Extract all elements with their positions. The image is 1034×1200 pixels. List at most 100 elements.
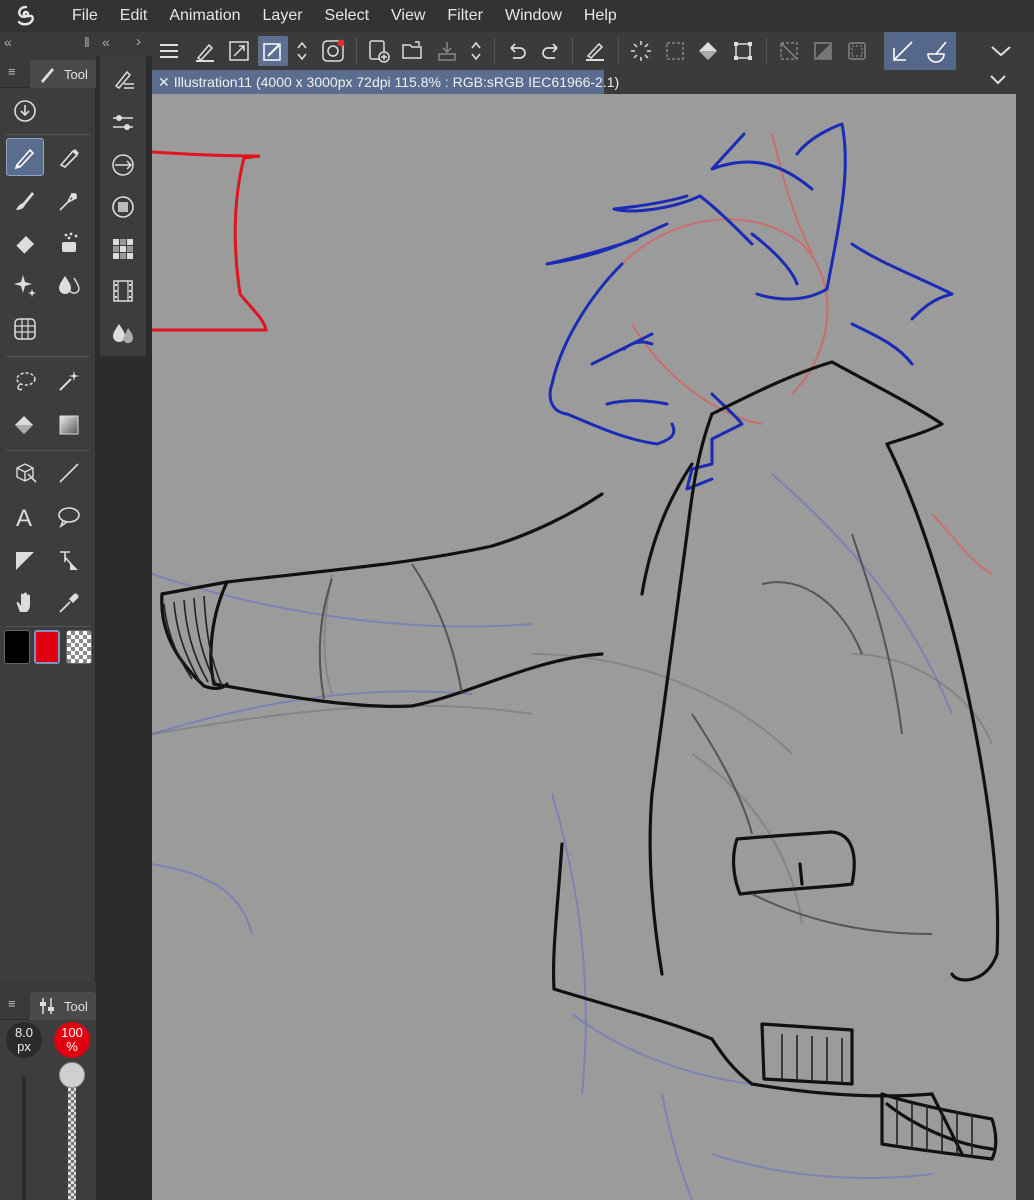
tool-panel-header: ≡ Tool: [0, 58, 96, 88]
transparent-color-swatch[interactable]: [66, 630, 92, 664]
main-color-swatch[interactable]: [4, 630, 30, 664]
transform-icon[interactable]: [728, 36, 758, 66]
color-wheel-icon[interactable]: [108, 192, 138, 222]
pen-tool-icon[interactable]: [6, 138, 44, 176]
lasso-selection-icon[interactable]: [6, 362, 44, 400]
line-figure-icon[interactable]: [50, 454, 88, 492]
menu-bar: File Edit Animation Layer Select View Fi…: [0, 0, 1034, 32]
redo-icon[interactable]: [536, 36, 566, 66]
expand-selection-icon[interactable]: [842, 36, 872, 66]
panel-grip-icon[interactable]: ‖: [84, 34, 90, 50]
drawing-canvas[interactable]: [152, 94, 1016, 1200]
panel-icon-strip: [100, 56, 146, 356]
speech-balloon-icon[interactable]: [50, 498, 88, 536]
tool-property-icon[interactable]: [108, 108, 138, 138]
snap-icon[interactable]: [258, 36, 288, 66]
magic-wand-icon[interactable]: [50, 362, 88, 400]
clip-studio-logo-icon[interactable]: [0, 0, 52, 32]
sub-color-swatch[interactable]: [34, 630, 60, 664]
stepper-arrows-icon[interactable]: [464, 36, 488, 66]
sub-tool-icon[interactable]: [108, 64, 138, 94]
pencil-tool-icon[interactable]: [50, 138, 88, 176]
object-operation-icon[interactable]: [6, 454, 44, 492]
menu-window[interactable]: Window: [494, 0, 573, 32]
pen-icon: [38, 64, 58, 89]
hand-tool-icon[interactable]: [6, 584, 44, 622]
mesh-transform-icon[interactable]: [6, 310, 44, 348]
undo-icon[interactable]: [502, 36, 532, 66]
collapse-left-icon[interactable]: «: [4, 34, 12, 50]
panel-menu-icon[interactable]: ≡: [8, 996, 16, 1011]
menu-file[interactable]: File: [52, 0, 109, 32]
opacity-value: 100: [61, 1025, 83, 1040]
record-icon[interactable]: [318, 36, 348, 66]
clear-outside-selection-icon[interactable]: [774, 36, 804, 66]
brush-size-unit: px: [17, 1039, 31, 1054]
stepper-arrows-icon[interactable]: [290, 36, 314, 66]
opacity-slider-handle[interactable]: [59, 1062, 85, 1088]
opacity-badge[interactable]: 100 %: [54, 1022, 90, 1058]
tool-panel-tab-label: Tool: [64, 66, 88, 82]
pen-pressure-icon[interactable]: [190, 36, 220, 66]
new-document-icon[interactable]: [364, 36, 394, 66]
menu-select[interactable]: Select: [314, 0, 380, 32]
panel-menu-icon[interactable]: ≡: [8, 64, 16, 79]
menu-filter[interactable]: Filter: [436, 0, 494, 32]
brush-size-slider[interactable]: [22, 1076, 26, 1200]
tool-panel: ≡ Tool A: [0, 58, 96, 982]
menu-animation[interactable]: Animation: [158, 0, 251, 32]
text-tool-icon[interactable]: A: [6, 498, 44, 536]
color-mixing-icon[interactable]: [108, 318, 138, 348]
document-title: Illustration11 (4000 x 3000px 72dpi 115.…: [173, 74, 620, 90]
svg-text:A: A: [16, 505, 32, 530]
menu-view[interactable]: View: [380, 0, 436, 32]
sparkle-decoration-icon[interactable]: [6, 266, 44, 304]
fill-icon[interactable]: [694, 36, 724, 66]
panel-collapse-bar: « ‖: [0, 32, 96, 56]
brush-tool-icon[interactable]: [6, 182, 44, 220]
tool-property-panel: ≡ Tool 8.0 px 100 %: [0, 990, 96, 1200]
operation-tool-download-icon[interactable]: [6, 92, 44, 130]
opacity-unit: %: [66, 1039, 78, 1054]
clear-layer-icon[interactable]: [580, 36, 610, 66]
open-folder-icon[interactable]: [398, 36, 428, 66]
tool-property-tab-label: Tool: [64, 998, 88, 1014]
chevron-down-icon[interactable]: [986, 36, 1016, 66]
chevron-down-icon[interactable]: [988, 72, 1008, 93]
snap-to-ruler-icon[interactable]: [888, 36, 918, 66]
menu-layer[interactable]: Layer: [252, 0, 314, 32]
fill-tool-icon[interactable]: [6, 406, 44, 444]
color-set-icon[interactable]: [108, 234, 138, 264]
menu-edit[interactable]: Edit: [109, 0, 159, 32]
eraser-tool-icon[interactable]: [6, 224, 44, 262]
chevron-right-icon[interactable]: ›: [136, 33, 141, 50]
collapse-left-icon[interactable]: «: [102, 34, 110, 50]
brush-size-icon[interactable]: [108, 150, 138, 180]
select-all-icon[interactable]: [626, 36, 656, 66]
clip-studio-window: File Edit Animation Layer Select View Fi…: [0, 0, 1034, 1200]
document-tab[interactable]: ✕ Illustration11 (4000 x 3000px 72dpi 11…: [152, 70, 619, 94]
command-menu-icon[interactable]: [154, 36, 184, 66]
timeline-icon[interactable]: [108, 276, 138, 306]
eyedropper-icon[interactable]: [50, 584, 88, 622]
ruler-tool-icon[interactable]: [50, 542, 88, 580]
subtool-collapse-bar: « ›: [96, 32, 152, 56]
decoration-spray-tool-icon[interactable]: [50, 224, 88, 262]
tool-property-icon: [38, 996, 56, 1021]
tool-property-tab[interactable]: Tool: [30, 992, 96, 1020]
snap-to-special-ruler-icon[interactable]: [922, 36, 952, 66]
tool-panel-tab[interactable]: Tool: [30, 60, 96, 88]
blend-tool-icon[interactable]: [50, 266, 88, 304]
frame-border-icon[interactable]: [6, 542, 44, 580]
invert-selection-icon[interactable]: [808, 36, 838, 66]
brush-size-badge[interactable]: 8.0 px: [6, 1022, 42, 1058]
airbrush-tool-icon[interactable]: [50, 182, 88, 220]
deselect-icon[interactable]: [660, 36, 690, 66]
menu-help[interactable]: Help: [573, 0, 628, 32]
sketch-artwork: [152, 122, 1000, 1200]
close-icon[interactable]: ✕: [158, 74, 170, 91]
gradient-tool-icon[interactable]: [50, 406, 88, 444]
save-icon[interactable]: [432, 36, 462, 66]
opacity-slider[interactable]: [68, 1076, 76, 1200]
resize-icon[interactable]: [224, 36, 254, 66]
